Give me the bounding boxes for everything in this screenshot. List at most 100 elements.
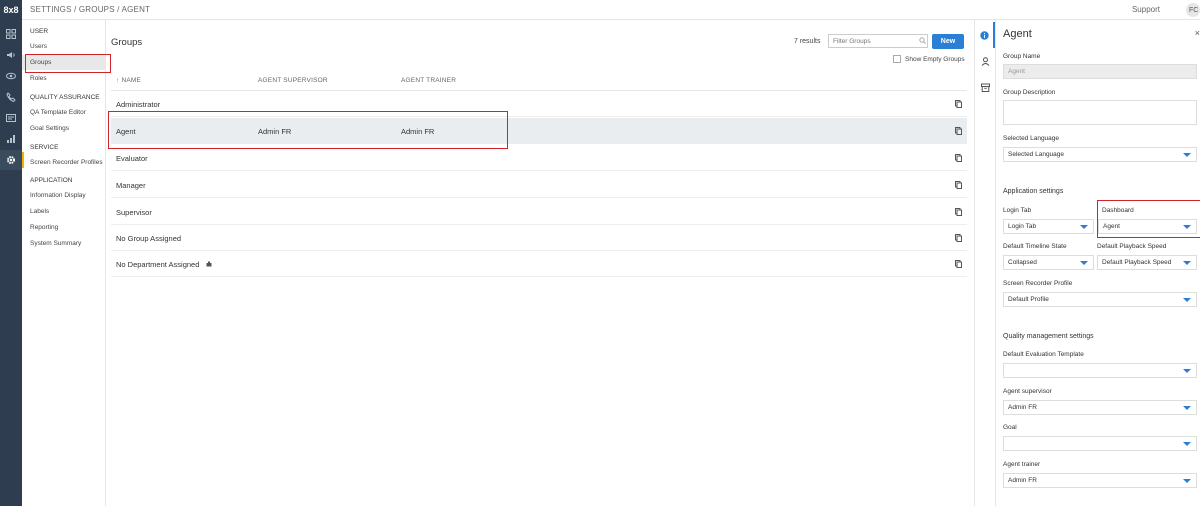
nav-item-reporting[interactable]: Reporting xyxy=(22,220,106,235)
quality-management-settings-heading: Quality management settings xyxy=(1003,333,1094,340)
nav-item-system-summary[interactable]: System Summary xyxy=(22,236,106,251)
groups-main: Groups 7 results New Show Empty Groups ↑… xyxy=(106,20,974,506)
goal-select[interactable] xyxy=(1003,436,1197,451)
info-icon xyxy=(979,30,989,40)
nav-item-labels[interactable]: Labels xyxy=(22,204,106,219)
default-evaluation-template-select[interactable] xyxy=(1003,363,1197,378)
group-name-label: Group Name xyxy=(1003,53,1041,60)
default-timeline-state-select[interactable]: Collapsed xyxy=(1003,255,1094,270)
table-row-selected[interactable]: Agent Admin FR Admin FR xyxy=(111,118,967,144)
nav-section-user: USER xyxy=(30,28,49,35)
nav-item-groups[interactable]: Groups xyxy=(22,55,106,70)
copy-icon[interactable] xyxy=(955,100,962,108)
nav-item-goal-settings[interactable]: Goal Settings xyxy=(22,121,106,136)
table-row[interactable]: No Department Assigned xyxy=(111,251,967,277)
support-link[interactable]: Support xyxy=(1132,5,1160,14)
table-row[interactable]: Administrator xyxy=(111,91,967,117)
filter-groups-input[interactable] xyxy=(828,34,928,48)
row-name: No Department Assigned xyxy=(116,260,200,269)
copy-icon[interactable] xyxy=(955,181,962,189)
copy-icon[interactable] xyxy=(955,260,962,268)
reports-icon[interactable] xyxy=(0,129,22,149)
panel-title: Agent xyxy=(1003,28,1032,40)
column-header-agent-supervisor[interactable]: AGENT SUPERVISOR xyxy=(258,77,328,84)
nav-section-application: APPLICATION xyxy=(30,177,73,184)
tab-users[interactable] xyxy=(975,48,995,74)
nav-section-quality-assurance: QUALITY ASSURANCE xyxy=(30,94,100,101)
copy-icon[interactable] xyxy=(955,234,962,242)
dashboard-value: Agent xyxy=(1103,223,1120,230)
row-name: No Group Assigned xyxy=(116,234,182,243)
search-icon xyxy=(919,37,926,44)
group-description-label: Group Description xyxy=(1003,89,1056,96)
page-title: Groups xyxy=(111,37,143,48)
chevron-down-icon xyxy=(1183,225,1191,229)
table-row[interactable]: Supervisor xyxy=(111,199,967,225)
nav-item-roles[interactable]: Roles xyxy=(22,71,106,86)
application-settings-heading: Application settings xyxy=(1003,188,1064,195)
row-trainer: Admin FR xyxy=(401,127,435,136)
chevron-down-icon xyxy=(1183,479,1191,483)
row-name: Agent xyxy=(116,127,136,136)
department-icon xyxy=(206,261,212,267)
row-name: Administrator xyxy=(116,100,161,109)
breadcrumb[interactable]: SETTINGS / GROUPS / AGENT xyxy=(30,5,150,14)
chevron-down-icon xyxy=(1183,369,1191,373)
nav-item-users[interactable]: Users xyxy=(22,39,106,54)
default-timeline-state-value: Collapsed xyxy=(1008,259,1037,266)
tab-archive[interactable] xyxy=(975,74,995,100)
agent-supervisor-value: Admin FR xyxy=(1008,404,1037,411)
agent-trainer-select[interactable]: Admin FR xyxy=(1003,473,1197,488)
user-icon xyxy=(981,56,989,66)
dashboard-select[interactable]: Agent xyxy=(1098,219,1197,234)
default-playback-speed-value: Default Playback Speed xyxy=(1102,259,1172,266)
avatar[interactable]: FC xyxy=(1186,3,1200,17)
copy-icon[interactable] xyxy=(955,208,962,216)
agent-trainer-label: Agent trainer xyxy=(1003,461,1041,468)
column-header-agent-trainer[interactable]: AGENT TRAINER xyxy=(401,77,456,84)
login-tab-select[interactable]: Login Tab xyxy=(1003,219,1094,234)
nav-item-information-display[interactable]: Information Display xyxy=(22,188,106,203)
show-empty-groups-toggle[interactable]: Show Empty Groups xyxy=(893,55,965,63)
nav-item-screen-recorder-profiles[interactable]: Screen Recorder Profiles xyxy=(22,155,106,170)
new-group-button[interactable]: New xyxy=(932,34,964,49)
default-timeline-state-label: Default Timeline State xyxy=(1003,243,1067,250)
dashboard-icon[interactable] xyxy=(0,24,22,44)
phone-icon[interactable] xyxy=(0,87,22,107)
card-icon[interactable] xyxy=(0,108,22,128)
audio-icon[interactable] xyxy=(0,45,22,65)
show-empty-checkbox[interactable] xyxy=(893,55,901,63)
detail-side-tabs xyxy=(974,20,996,506)
agent-supervisor-label: Agent supervisor xyxy=(1003,388,1052,395)
selected-language-value: Selected Language xyxy=(1008,151,1065,158)
copy-icon[interactable] xyxy=(955,154,962,162)
table-row[interactable]: Manager xyxy=(111,172,967,198)
close-icon[interactable]: × xyxy=(1195,28,1200,38)
dashboard-label: Dashboard xyxy=(1102,207,1134,214)
default-evaluation-template-label: Default Evaluation Template xyxy=(1003,351,1084,358)
agent-trainer-value: Admin FR xyxy=(1008,477,1037,484)
tab-info[interactable] xyxy=(975,22,995,48)
chevron-down-icon xyxy=(1080,225,1088,229)
group-name-field: Agent xyxy=(1003,64,1197,79)
eye-icon[interactable] xyxy=(0,66,22,86)
group-description-field[interactable] xyxy=(1003,100,1197,125)
column-header-name[interactable]: ↑ NAME xyxy=(116,77,141,84)
table-row[interactable]: Evaluator xyxy=(111,145,967,171)
nav-item-qa-template-editor[interactable]: QA Template Editor xyxy=(22,105,106,120)
settings-nav: USER Users Groups Roles QUALITY ASSURANC… xyxy=(22,20,106,506)
login-tab-label: Login Tab xyxy=(1003,207,1032,214)
agent-supervisor-select[interactable]: Admin FR xyxy=(1003,400,1197,415)
screen-recorder-profile-label: Screen Recorder Profile xyxy=(1003,280,1073,287)
results-count: 7 results xyxy=(794,38,821,45)
selected-language-select[interactable]: Selected Language xyxy=(1003,147,1197,162)
table-row[interactable]: No Group Assigned xyxy=(111,225,967,251)
copy-icon[interactable] xyxy=(955,127,962,135)
default-playback-speed-select[interactable]: Default Playback Speed xyxy=(1097,255,1197,270)
screen-recorder-profile-select[interactable]: Default Profile xyxy=(1003,292,1197,307)
chevron-down-icon xyxy=(1183,298,1191,302)
default-playback-speed-label: Default Playback Speed xyxy=(1097,243,1167,250)
top-bar: SETTINGS / GROUPS / AGENT Support FC xyxy=(22,0,1200,20)
settings-gear-icon[interactable] xyxy=(0,150,22,170)
chevron-down-icon xyxy=(1080,261,1088,265)
